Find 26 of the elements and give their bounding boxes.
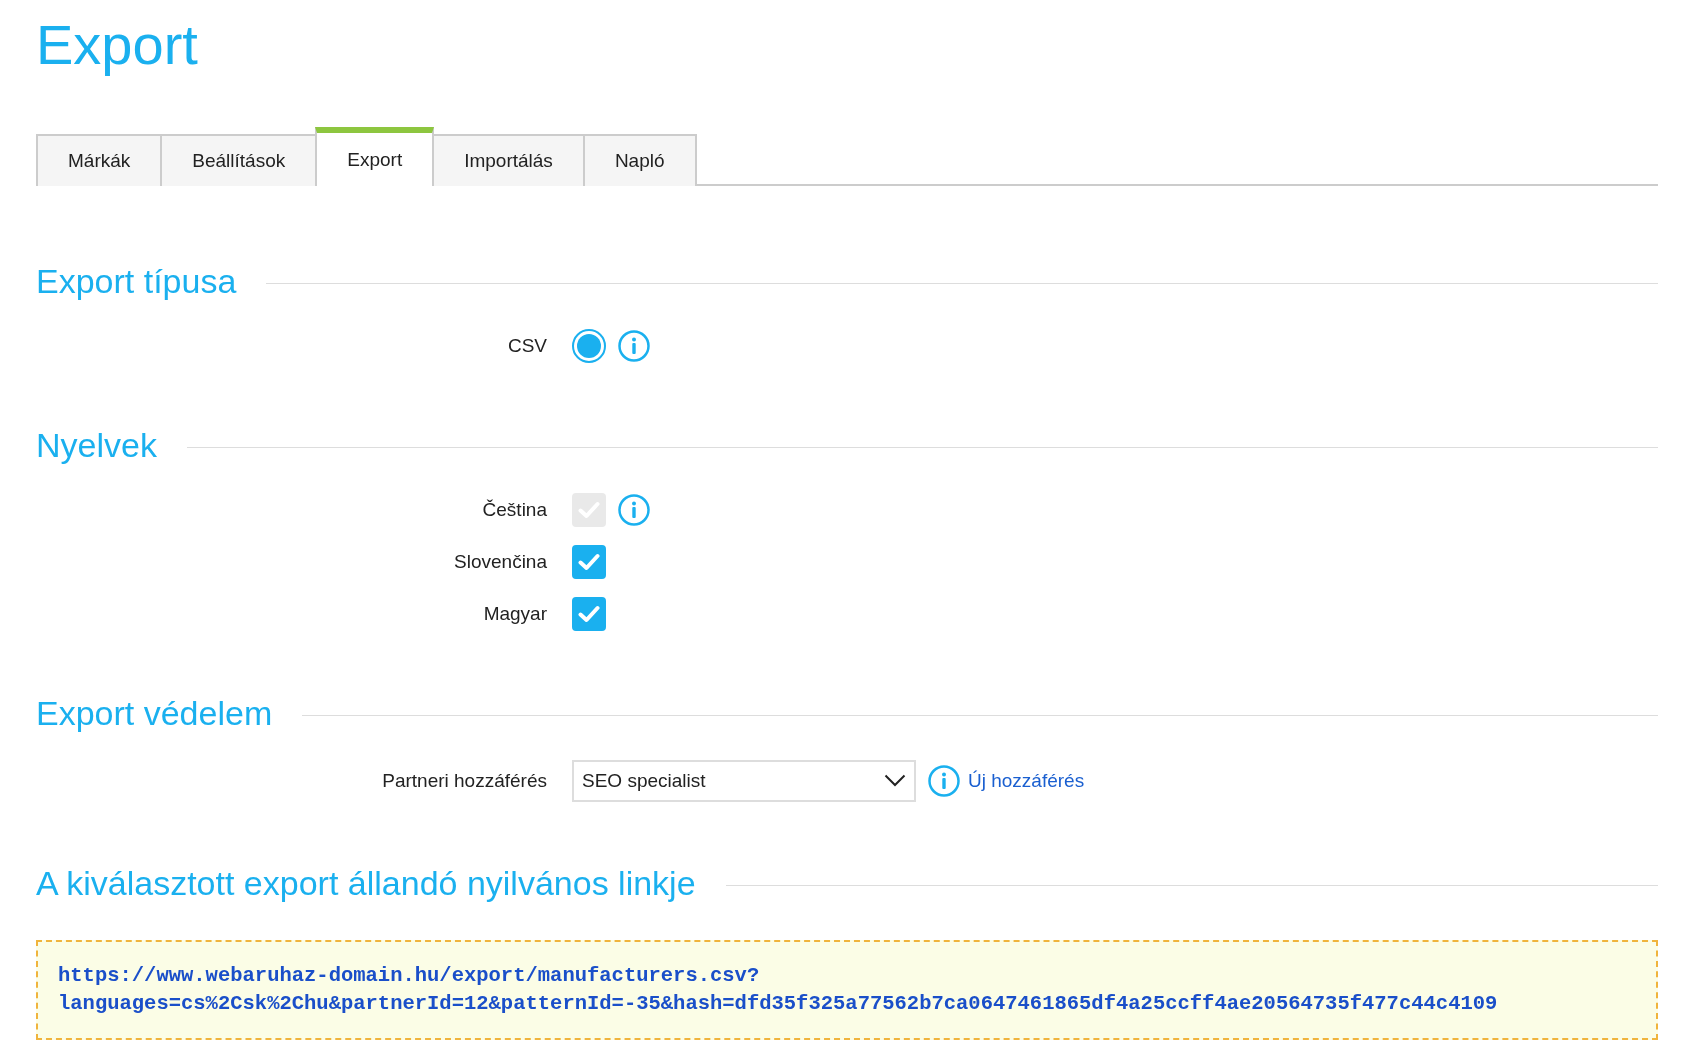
page-title: Export bbox=[36, 16, 199, 75]
checkmark-icon bbox=[578, 604, 600, 623]
info-icon[interactable] bbox=[928, 764, 960, 797]
checkbox[interactable] bbox=[572, 596, 606, 631]
tab[interactable]: Beállítások bbox=[160, 133, 318, 186]
field-label: CSV bbox=[507, 334, 547, 357]
tab[interactable]: Export bbox=[315, 126, 435, 186]
info-icon[interactable] bbox=[618, 329, 650, 362]
section-heading: Nyelvek bbox=[36, 426, 157, 466]
checkmark-icon bbox=[578, 552, 600, 571]
field-label: Slovenčina bbox=[454, 550, 547, 573]
new-access-link[interactable]: Új hozzáférés bbox=[968, 769, 1085, 792]
section-heading: Export típusa bbox=[36, 262, 237, 302]
section-heading: Export védelem bbox=[36, 694, 273, 734]
dropdown[interactable]: SEO specialist bbox=[572, 759, 916, 802]
field-label: Čeština bbox=[482, 498, 547, 521]
tab[interactable]: Márkák bbox=[36, 133, 163, 186]
section-heading: A kiválasztott export állandó nyilvános linkje bbox=[36, 864, 696, 904]
checkbox[interactable] bbox=[572, 544, 606, 579]
tab[interactable]: Napló bbox=[582, 133, 697, 186]
tab[interactable]: Importálás bbox=[432, 133, 585, 186]
field-label: Magyar bbox=[483, 602, 547, 625]
radio-button[interactable] bbox=[572, 328, 606, 363]
field-label: Partneri hozzáférés bbox=[382, 769, 547, 792]
chevron-down-icon bbox=[884, 774, 906, 788]
export-link-text: https://www.webaruhaz-domain.hu/export/manufacturers.csv? languages=cs%2Csk%2Chu&partnerId=12&patternId=-35&hash=dfd35f325a77562b7ca0647461865df4a25ccff4ae20564735f477c44c4109 bbox=[36, 939, 1658, 1040]
